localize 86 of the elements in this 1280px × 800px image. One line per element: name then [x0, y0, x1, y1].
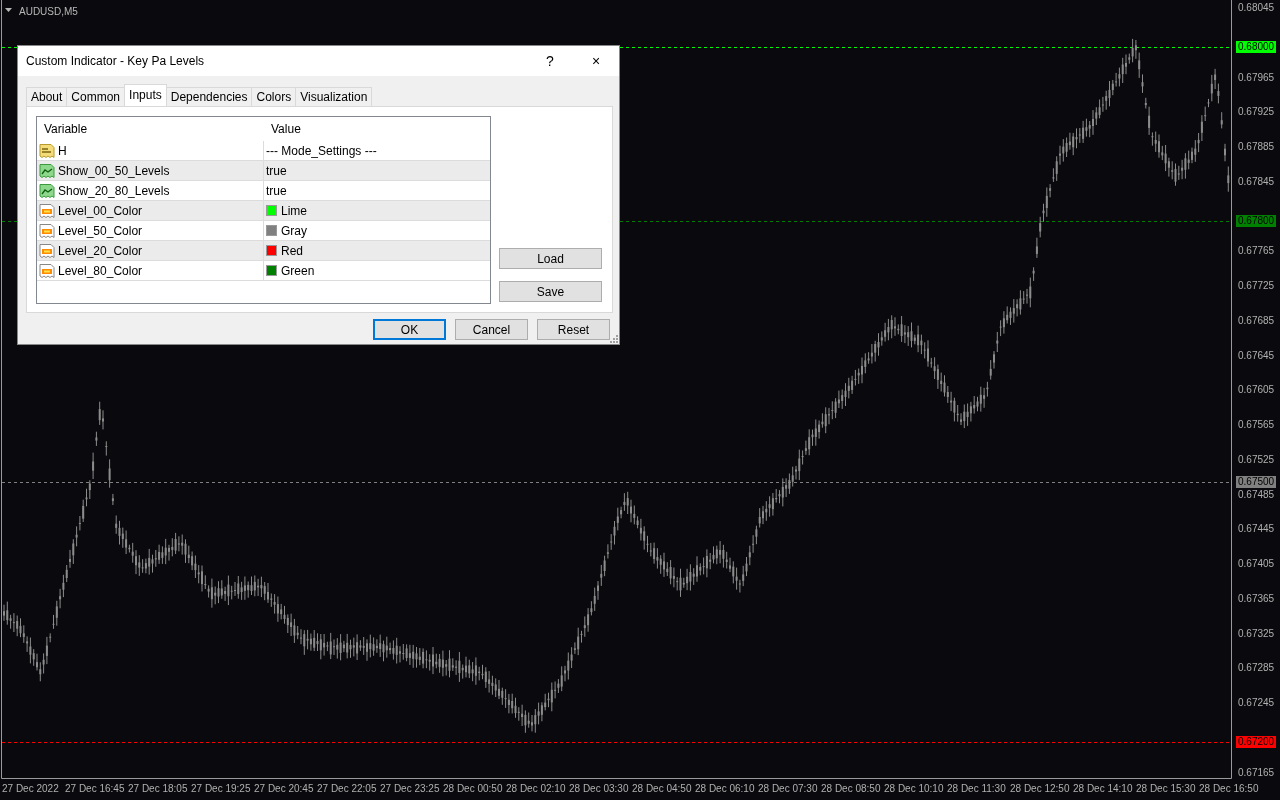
text-type-icon [39, 142, 55, 159]
time-tick-label: 28 Dec 02:10 [506, 782, 567, 796]
tab[interactable]: About [26, 87, 68, 106]
variable-value: true [266, 182, 287, 200]
variable-value: Green [281, 262, 315, 280]
time-tick-label: 28 Dec 08:50 [821, 782, 882, 796]
variable-name: Level_80_Color [58, 262, 143, 280]
tab[interactable]: Inputs [124, 84, 167, 106]
price-tick-label: 0.67845 [1237, 175, 1276, 188]
variable-value: Lime [281, 202, 307, 220]
price-tick-label: 0.67365 [1237, 592, 1276, 605]
price-tick-label: 0.67605 [1237, 384, 1276, 397]
variable-value: --- Mode_Settings --- [266, 142, 377, 160]
price-tick-label: 0.67885 [1237, 141, 1276, 154]
dialog-button[interactable]: Load [499, 248, 602, 269]
price-tick-label: 0.67325 [1237, 627, 1276, 640]
chart-type-icon [39, 182, 55, 199]
price-tick-label: 0.67965 [1237, 71, 1276, 84]
price-tick-label: 0.67525 [1237, 453, 1276, 466]
price-level-label: 0.67500 [1236, 475, 1277, 488]
variable-name: Level_50_Color [58, 222, 143, 240]
variable-name: Show_20_80_Levels [58, 182, 170, 200]
color-type-icon [39, 242, 55, 259]
variable-value: Gray [281, 222, 307, 240]
time-tick-label: 28 Dec 14:10 [1073, 782, 1134, 796]
time-tick-label: 28 Dec 15:30 [1136, 782, 1197, 796]
price-tick-label: 0.67165 [1237, 766, 1276, 779]
variable-value: true [266, 162, 287, 180]
dialog-title: Custom Indicator - Key Pa Levels [26, 53, 206, 70]
tab[interactable]: Visualization [295, 87, 373, 106]
time-tick-label: 27 Dec 23:25 [380, 782, 441, 796]
chart-type-icon [39, 162, 55, 179]
table-row[interactable]: Level_80_Color Green [37, 261, 490, 281]
table-row[interactable]: Show_00_50_Levels true [37, 161, 490, 181]
time-tick-label: 27 Dec 19:25 [191, 782, 252, 796]
variable-value: Red [281, 242, 303, 260]
price-tick-label: 0.67405 [1237, 558, 1276, 571]
resize-grip-icon[interactable] [609, 334, 618, 343]
color-type-icon [39, 222, 55, 239]
price-level-label: 0.67800 [1236, 214, 1277, 227]
column-header: Value [270, 121, 301, 138]
price-tick-label: 0.67925 [1237, 106, 1276, 119]
time-tick-label: 28 Dec 16:50 [1199, 782, 1260, 796]
time-tick-label: 28 Dec 07:30 [758, 782, 819, 796]
price-tick-label: 0.68045 [1237, 2, 1276, 14]
dialog-button[interactable]: Save [499, 281, 602, 302]
variable-name: Show_00_50_Levels [58, 162, 170, 180]
price-tick-label: 0.67765 [1237, 245, 1276, 258]
tab[interactable]: Dependencies [165, 87, 253, 106]
price-tick-label: 0.67285 [1237, 662, 1276, 675]
color-type-icon [39, 262, 55, 279]
dialog-button[interactable]: Reset [537, 319, 610, 340]
price-tick-label: 0.67725 [1237, 280, 1276, 293]
price-tick-label: 0.67245 [1237, 697, 1276, 710]
time-tick-label: 28 Dec 04:50 [632, 782, 693, 796]
time-tick-label: 27 Dec 16:45 [65, 782, 126, 796]
color-type-icon [39, 202, 55, 219]
time-tick-label: 28 Dec 03:30 [569, 782, 630, 796]
time-tick-label: 27 Dec 20:45 [254, 782, 315, 796]
time-tick-label: 28 Dec 06:10 [695, 782, 756, 796]
variable-name: Level_20_Color [58, 242, 143, 260]
time-tick-label: 28 Dec 00:50 [443, 782, 504, 796]
chart-symbol-label: AUDUSD,M5 [19, 5, 78, 19]
time-tick-label: 28 Dec 12:50 [1010, 782, 1071, 796]
dialog-button[interactable]: OK [373, 319, 446, 340]
price-tick-label: 0.67685 [1237, 314, 1276, 327]
price-tick-label: 0.67485 [1237, 488, 1276, 501]
table-row[interactable]: Level_20_Color Red [37, 241, 490, 261]
close-button[interactable]: × [573, 46, 619, 76]
table-row[interactable]: Level_00_Color Lime [37, 201, 490, 221]
dialog-button[interactable]: Cancel [455, 319, 528, 340]
time-tick-label: 27 Dec 18:05 [128, 782, 189, 796]
column-header: Variable [43, 121, 89, 138]
price-tick-label: 0.67445 [1237, 523, 1276, 536]
price-tick-label: 0.67645 [1237, 349, 1276, 362]
time-tick-label: 27 Dec 2022 [2, 782, 60, 796]
dropdown-triangle-icon[interactable] [5, 8, 12, 12]
variable-name: Level_00_Color [58, 202, 143, 220]
time-tick-label: 28 Dec 11:30 [947, 782, 1007, 796]
help-button[interactable]: ? [527, 46, 573, 76]
time-tick-label: 28 Dec 10:10 [884, 782, 945, 796]
price-tick-label: 0.67565 [1237, 419, 1276, 432]
price-level-label: 0.67200 [1236, 736, 1277, 749]
variable-name: H [58, 142, 67, 160]
price-level-label: 0.68000 [1236, 41, 1277, 54]
time-tick-label: 27 Dec 22:05 [317, 782, 378, 796]
